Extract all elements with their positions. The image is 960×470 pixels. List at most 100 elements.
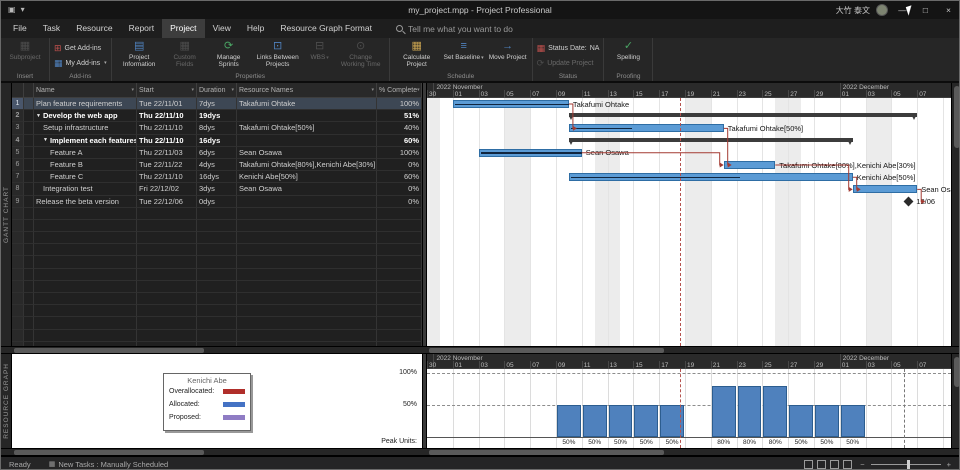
table-hscroll-thumb[interactable] [14,348,204,353]
cell-name[interactable] [34,256,137,268]
cell-complete[interactable]: 40% [377,122,422,134]
cell-name[interactable] [34,305,137,317]
cell-start[interactable]: Tue 22/12/06 [137,196,197,208]
cell-resources[interactable] [237,220,377,232]
cell-resources[interactable]: Sean Osawa [237,147,377,159]
gantt-bar-row-3[interactable] [569,124,724,132]
tab-resource-graph-format[interactable]: Resource Graph Format [272,19,380,38]
cell-start[interactable] [137,281,197,293]
cell-complete[interactable] [377,330,422,342]
cell-start[interactable]: Thu 22/11/10 [137,122,197,134]
resource-left-hscroll-thumb[interactable] [14,450,204,455]
ribbon-button-status-date[interactable]: ▦Status Date:NA [537,42,600,54]
cell-duration[interactable]: 16dys [197,135,237,147]
row-number[interactable]: 9 [12,196,24,208]
cell-complete[interactable] [377,281,422,293]
zoom-slider-thumb[interactable] [907,460,910,469]
gantt-hscroll-thumb[interactable] [429,348,664,353]
cell-complete[interactable] [377,208,422,220]
cell-complete[interactable] [377,256,422,268]
cell-resources[interactable] [237,317,377,329]
close-button[interactable]: × [940,1,957,19]
cell-name[interactable]: Feature C [34,171,137,183]
cell-duration[interactable] [197,208,237,220]
cell-duration[interactable]: 4dys [197,159,237,171]
cell-complete[interactable]: 100% [377,98,422,110]
cell-resources[interactable]: Takafumi Ohtake[50%] [237,122,377,134]
bottom-horizontal-scrollbar[interactable] [1,448,960,456]
cell-name[interactable] [34,208,137,220]
cell-resources[interactable] [237,330,377,342]
cell-name[interactable]: Feature A [34,147,137,159]
cell-start[interactable] [137,244,197,256]
resource-hscroll-thumb[interactable] [429,450,664,455]
row-number[interactable] [12,293,24,305]
ribbon-button-move-project[interactable]: →Move Project [488,39,528,72]
cell-resources[interactable]: Kenichi Abe[50%] [237,171,377,183]
ribbon-button-manage-sprints[interactable]: ⟳Manage Sprints [207,39,251,72]
cell-duration[interactable] [197,317,237,329]
cell-start[interactable] [137,317,197,329]
ribbon-button-project-information[interactable]: ▤Project Information [116,39,163,72]
cell-duration[interactable]: 6dys [197,147,237,159]
cell-resources[interactable] [237,232,377,244]
row-number[interactable]: 5 [12,147,24,159]
cell-complete[interactable] [377,220,422,232]
gantt-vertical-scrollbar[interactable] [951,83,960,346]
cell-resources[interactable] [237,196,377,208]
maximize-button[interactable]: □ [917,1,934,19]
tab-help[interactable]: Help [239,19,272,38]
cell-start[interactable]: Thu 22/11/10 [137,135,197,147]
row-number[interactable]: 1 [12,98,24,110]
cell-name[interactable]: Release the beta version [34,196,137,208]
gantt-view-button[interactable] [804,460,813,469]
cell-start[interactable]: Thu 22/11/10 [137,110,197,122]
gantt-summary-bar-row-2[interactable] [569,113,917,117]
cell-complete[interactable] [377,317,422,329]
top-horizontal-scrollbar[interactable] [1,346,960,354]
scrollbar-thumb[interactable] [954,357,960,387]
cell-complete[interactable] [377,232,422,244]
cell-name[interactable] [34,244,137,256]
scrollbar-thumb[interactable] [954,86,960,148]
task-usage-view-button[interactable] [817,460,826,469]
tab-report[interactable]: Report [121,19,163,38]
cell-complete[interactable]: 100% [377,147,422,159]
column-header-name[interactable]: Name▾ [34,83,137,98]
tab-view[interactable]: View [205,19,239,38]
cell-duration[interactable]: 7dys [197,98,237,110]
tab-project[interactable]: Project [162,19,204,38]
cell-resources[interactable] [237,135,377,147]
resource-sheet-view-button[interactable] [843,460,852,469]
row-number[interactable] [12,220,24,232]
account-avatar[interactable] [876,4,888,16]
zoom-out-button[interactable]: − [860,460,864,469]
cell-name[interactable]: Feature B [34,159,137,171]
cell-resources[interactable] [237,256,377,268]
column-header-duration[interactable]: Duration▾ [197,83,237,98]
cell-resources[interactable]: Sean Osawa [237,183,377,195]
cell-name[interactable] [34,232,137,244]
tab-task[interactable]: Task [35,19,68,38]
collapse-expander-icon[interactable]: ▼ [43,137,48,143]
cell-start[interactable]: Tue 22/11/01 [137,98,197,110]
cell-resources[interactable] [237,110,377,122]
cell-complete[interactable]: 0% [377,196,422,208]
cell-start[interactable] [137,220,197,232]
row-number[interactable] [12,269,24,281]
cell-duration[interactable] [197,305,237,317]
cell-resources[interactable]: Takafumi Ohtake [237,98,377,110]
cell-duration[interactable] [197,330,237,342]
ribbon-button-get-add-ins[interactable]: ⊞Get Add-ins [54,42,107,54]
column-header-start[interactable]: Start▾ [137,83,197,98]
account-name[interactable]: 大竹 泰文 [836,5,870,16]
cell-name[interactable]: ▼Develop the web app [34,110,137,122]
cell-name[interactable] [34,220,137,232]
gantt-summary-bar-row-4[interactable] [569,138,853,142]
cell-start[interactable]: Thu 22/11/10 [137,171,197,183]
resource-vertical-scrollbar[interactable] [951,354,960,448]
cell-complete[interactable] [377,293,422,305]
gantt-bar-row-8[interactable] [853,185,918,193]
customize-qat-icon[interactable]: ▾ [21,1,25,19]
tell-me-search[interactable]: Tell me what you want to do [396,24,513,34]
